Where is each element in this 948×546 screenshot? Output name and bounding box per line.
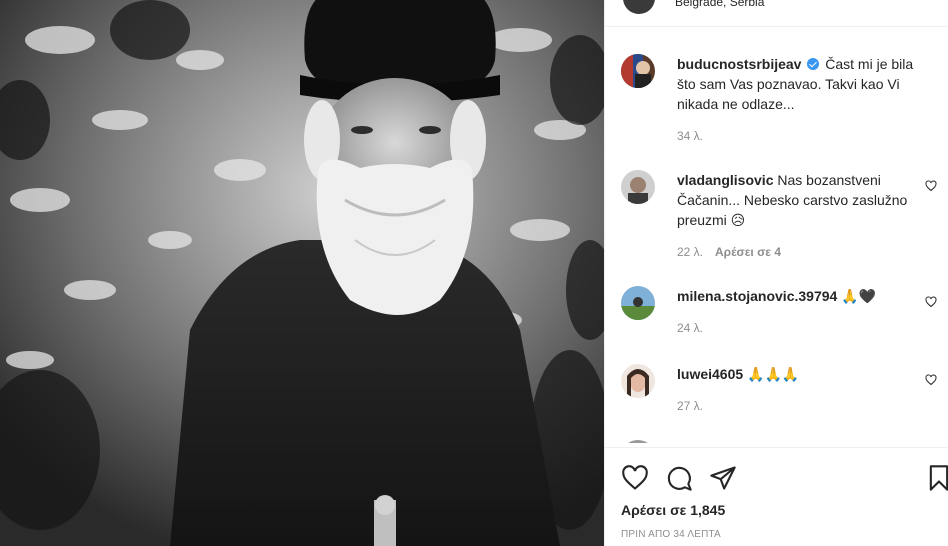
comment-time[interactable]: 24 λ. (677, 321, 703, 335)
comment-username[interactable]: vladanglisovic (677, 172, 773, 188)
caption-avatar[interactable] (621, 54, 655, 88)
share-icon[interactable] (709, 464, 737, 492)
likes-count[interactable]: Αρέσει σε 1,845 (621, 502, 725, 518)
comment-meta: 27 λ. (677, 396, 917, 416)
comment-meta: 24 λ. (677, 318, 917, 338)
bookmark-icon[interactable] (925, 464, 948, 492)
post-timestamp[interactable]: ΠΡΙΝ ΑΠΟ 34 ΛΕΠΤΑ (621, 529, 721, 540)
comment-icon[interactable] (665, 464, 693, 492)
caption-time[interactable]: 34 λ. (677, 129, 703, 143)
post-sidebar: Belgrade, Serbia buducnostsrbijeav Čast … (604, 0, 948, 546)
comment-like-heart-icon[interactable] (925, 180, 937, 192)
comments-list[interactable]: buducnostsrbijeav Čast mi je bila što sa… (605, 28, 948, 443)
comment-like-heart-icon[interactable] (925, 374, 937, 386)
caption-body: buducnostsrbijeav Čast mi je bila što sa… (677, 54, 917, 146)
comment-username[interactable]: luwei4605 (677, 366, 743, 382)
post-image (0, 0, 604, 546)
comment-body: milena.stojanovic.39794 🙏🖤 24 λ. (677, 286, 917, 338)
verified-badge-icon (807, 58, 820, 70)
comment-text: 🙏🙏🙏 (747, 366, 800, 382)
comment-meta: 22 λ. Αρέσει σε 4 (677, 242, 917, 262)
comment-avatar[interactable] (621, 170, 655, 204)
post-photo[interactable] (0, 0, 604, 546)
location-link[interactable]: Belgrade, Serbia (675, 0, 764, 9)
comment-like-heart-icon[interactable] (925, 296, 937, 308)
comment-avatar[interactable] (621, 364, 655, 398)
caption-meta: 34 λ. (677, 126, 917, 146)
caption-username[interactable]: buducnostsrbijeav (677, 56, 801, 72)
comment-avatar[interactable] (621, 440, 655, 443)
heart-icon[interactable] (621, 464, 649, 492)
comment-text: 🙏🖤 (841, 288, 877, 304)
comment-body: vladanglisovic Nas bozanstveni Čačanin..… (677, 170, 917, 262)
comment-time[interactable]: 22 λ. (677, 245, 703, 259)
author-avatar[interactable] (623, 0, 655, 14)
post-actions: Αρέσει σε 1,845 ΠΡΙΝ ΑΠΟ 34 ΛΕΠΤΑ (605, 447, 948, 546)
comment-time[interactable]: 27 λ. (677, 399, 703, 413)
comment-avatar[interactable] (621, 286, 655, 320)
comment-body: luwei4605 🙏🙏🙏 27 λ. (677, 364, 917, 416)
post-header: Belgrade, Serbia (605, 0, 948, 27)
comment-username[interactable]: milena.stojanovic.39794 (677, 288, 837, 304)
comment-likes[interactable]: Αρέσει σε 4 (715, 245, 781, 259)
